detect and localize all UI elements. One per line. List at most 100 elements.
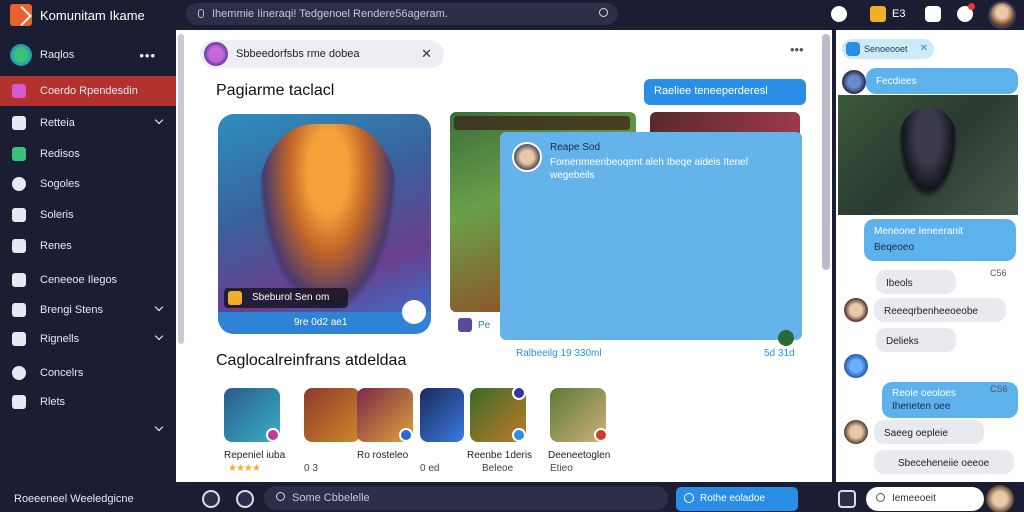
chat-bubble: Fecdiees [866, 68, 1018, 94]
sidebar-item-retteia[interactable]: Retteia [0, 110, 176, 136]
more-icon[interactable]: ••• [790, 42, 804, 57]
sidebar-item-rignells[interactable]: Rignells [0, 326, 176, 352]
chat-bubble: Saeeg oepleie [874, 420, 984, 444]
gamepad-icon[interactable] [236, 490, 254, 508]
hero-name: Deeneetoglen [548, 450, 611, 461]
chat-message: Reeeqrbenheeoeobe [884, 306, 978, 317]
community-avatar [10, 44, 32, 66]
more-icon[interactable]: ••• [139, 48, 156, 63]
promo-pill-label: Raeliee teneeperderesl [654, 85, 768, 97]
notification-badge [968, 3, 975, 10]
hero-name: Repeniel iuba [224, 450, 286, 461]
mic-icon[interactable] [198, 9, 204, 18]
search-icon[interactable] [276, 492, 285, 501]
user-avatar[interactable] [844, 298, 868, 322]
sidebar-item-redisos[interactable]: Redisos [0, 141, 176, 167]
sidebar-footer[interactable]: Roeeeneel Weeledgicne [14, 493, 134, 505]
bottom-action-button[interactable]: Rothe eoladoe [676, 487, 798, 511]
chat-bubble: Ibeols [876, 270, 956, 294]
self-avatar[interactable] [986, 485, 1014, 512]
image-icon[interactable] [838, 490, 856, 508]
timestamp-right: 5d 31d [764, 348, 795, 359]
hero-tile[interactable] [304, 388, 360, 442]
bottom-search-placeholder: Some Cbbelelle [292, 492, 370, 504]
camera-icon[interactable] [202, 490, 220, 508]
featured-footer-text: 9re 0d2 ae1 [294, 317, 348, 328]
flag-icon [12, 303, 26, 317]
app-logo-icon[interactable] [10, 4, 32, 26]
hero-rating: ★★★★ [228, 463, 261, 474]
filter-chip[interactable]: Sbbeedorfsbs rme dobea ✕ [200, 40, 444, 68]
close-icon[interactable]: ✕ [421, 46, 432, 62]
chevron-down-icon[interactable] [154, 302, 164, 312]
search-icon [876, 493, 885, 502]
chevron-down-icon[interactable] [154, 422, 164, 432]
chat-message: Delieks [886, 336, 919, 347]
coin-icon[interactable] [870, 6, 886, 22]
sidebar-item-ceneeoe[interactable]: Ceneeoe Ilegos [0, 267, 176, 293]
sidebar-item-sogoles[interactable]: Sogoles [0, 171, 176, 197]
chat-tag-label: Senoeooet [864, 44, 908, 54]
top-search-input[interactable]: Ihemmie Iineraqi! Tedgenoel Rendere56age… [186, 3, 618, 25]
chevron-down-icon[interactable] [154, 115, 164, 125]
close-icon[interactable]: ✕ [920, 43, 928, 54]
chat-timestamp: CS6 [990, 384, 1008, 394]
hero-stat: 0 ed [420, 463, 440, 474]
confirm-icon[interactable] [778, 330, 794, 346]
sidebar-item-label: Soleris [40, 209, 74, 221]
popup-avatar [512, 142, 542, 172]
chat-image[interactable] [838, 95, 1018, 215]
left-sidebar: Raqlos ••• Coerdo Rpendesdin Retteia Red… [0, 30, 176, 482]
sidebar-item-rlets[interactable]: Rlets [0, 389, 176, 415]
box-icon [12, 332, 26, 346]
popup-text: Fomenmeenbeoqent aleh Ibeqe aideis Itene… [550, 157, 748, 181]
chat-message: Sbeceheneiie oeeoe [898, 458, 990, 469]
featured-label: Sbeburol Sen om [252, 292, 330, 303]
hero-tile[interactable] [420, 388, 464, 442]
sidebar-item-label: Coerdo Rpendesdin [40, 85, 138, 97]
sidebar-item-soleris[interactable]: Soleris [0, 202, 176, 228]
sidebar-item-profile[interactable]: Raqlos ••• [0, 42, 176, 68]
bottom-search-input[interactable]: Some Cbbelelle [264, 486, 668, 510]
puzzle-icon [12, 147, 26, 161]
user-avatar[interactable] [842, 70, 866, 94]
user-avatar[interactable] [844, 354, 868, 378]
sword-icon [458, 318, 472, 332]
bottom-action-label: Rothe eoladoe [700, 493, 766, 504]
sidebar-item-label: Sogoles [40, 178, 80, 190]
chat-message: Reoie oeoloes [892, 388, 956, 399]
message-popup[interactable]: Reape Sod Fomenmeenbeoqent aleh Ibeqe ai… [500, 132, 802, 346]
hero-name: Ro rosteleo [357, 450, 409, 461]
chat-input[interactable]: Iemeeoeit [866, 487, 984, 511]
featured-label-bar: Sbeburol Sen om [224, 288, 348, 308]
search-icon[interactable] [599, 8, 608, 17]
gamepad-icon[interactable] [925, 6, 941, 22]
featured-hero-card[interactable]: Sbeburol Sen om 9re 0d2 ae1 [218, 114, 431, 334]
sidebar-expand[interactable] [0, 417, 176, 443]
profile-avatar[interactable] [988, 1, 1016, 29]
sidebar-item-label: Renes [40, 240, 72, 252]
user-avatar[interactable] [844, 420, 868, 444]
chat-tag[interactable]: Senoeooet ✕ [842, 39, 934, 59]
top-search-placeholder: Ihemmie Iineraqi! Tedgenoel Rendere56age… [212, 8, 448, 20]
badge-icon [512, 386, 526, 400]
sidebar-item-concelrs[interactable]: Concelrs [0, 360, 176, 386]
hero-name: Reenbe 1deris [467, 450, 533, 461]
promo-pill[interactable]: Raeliee teneeperderesl [644, 79, 806, 105]
circle-icon [12, 177, 26, 191]
sidebar-item-renes[interactable]: Renes [0, 233, 176, 259]
sidebar-scrollbar[interactable] [178, 34, 184, 344]
chip-avatar [204, 42, 228, 66]
main-scrollbar[interactable] [822, 34, 830, 270]
chat-message: Ibeols [886, 278, 913, 289]
chat-bubble: Delieks [876, 328, 956, 352]
gem-icon [12, 84, 26, 98]
chat-icon[interactable] [831, 6, 847, 22]
chevron-down-icon[interactable] [154, 331, 164, 341]
check-icon[interactable] [402, 300, 426, 324]
app-title: Komunitam Ikame [40, 8, 145, 23]
timestamp-left: Ralbeeilg 19 330ml [516, 348, 602, 359]
sidebar-item-active[interactable]: Coerdo Rpendesdin [0, 76, 176, 106]
sidebar-item-brengi[interactable]: Brengi Stens [0, 297, 176, 323]
hero-stat: Beleoe [482, 463, 514, 474]
